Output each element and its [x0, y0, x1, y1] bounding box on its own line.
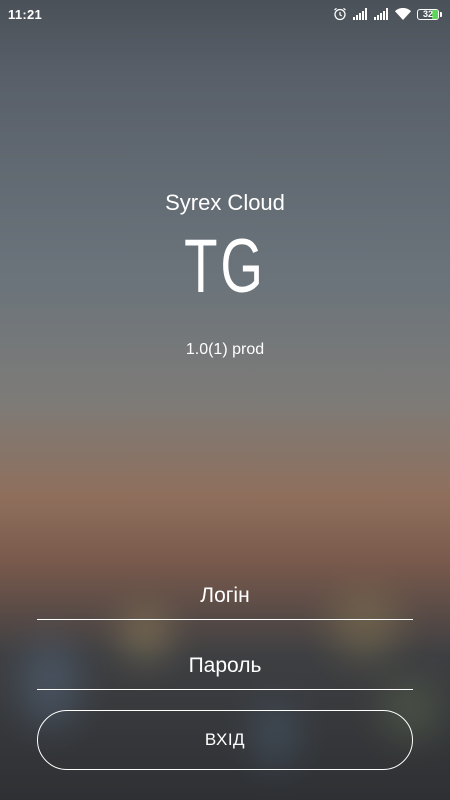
- status-icons: 32: [333, 7, 442, 21]
- password-input[interactable]: [37, 642, 413, 690]
- status-bar: 11:21 32: [0, 0, 450, 28]
- login-button[interactable]: ВХІД: [37, 710, 413, 770]
- wifi-icon: [395, 8, 411, 20]
- app-logo: TG: [184, 224, 266, 309]
- app-name: Syrex Cloud: [165, 190, 285, 215]
- battery-icon: 32: [417, 8, 442, 20]
- login-input[interactable]: [37, 572, 413, 620]
- signal-icon: [353, 8, 368, 20]
- battery-level: 32: [422, 8, 433, 19]
- status-time: 11:21: [8, 6, 43, 22]
- signal-icon: [374, 8, 389, 20]
- app-version: 1.0(1) prod: [185, 341, 265, 358]
- alarm-icon: [333, 7, 347, 21]
